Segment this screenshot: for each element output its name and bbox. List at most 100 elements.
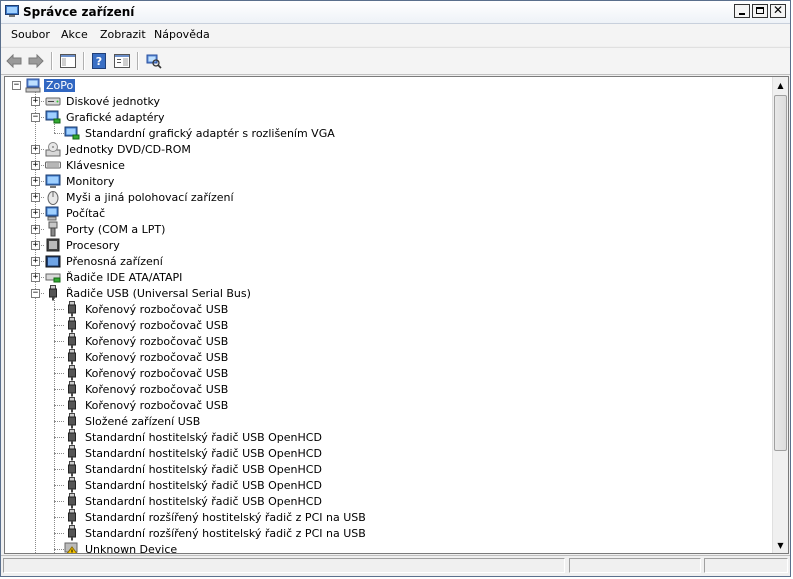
- tree-label: Kořenový rozbočovač USB: [85, 382, 229, 396]
- expander-toggle[interactable]: −: [31, 289, 40, 298]
- tree-root-zopo[interactable]: ZoPo: [25, 77, 76, 93]
- tree-device[interactable]: Složené zařízení USB: [64, 413, 202, 429]
- tree-label: Standardní rozšířený hostitelský řadič z…: [85, 526, 366, 540]
- tree-label: Standardní rozšířený hostitelský řadič z…: [85, 510, 366, 524]
- tree-device[interactable]: Kořenový rozbočovač USB: [64, 301, 230, 317]
- tree-label: Monitory: [66, 174, 115, 188]
- window-title: Správce zařízení: [23, 5, 135, 19]
- tree-device[interactable]: Standardní hostitelský řadič USB OpenHCD: [64, 461, 324, 477]
- expander-toggle[interactable]: +: [31, 177, 40, 186]
- tree-connector: [54, 325, 64, 326]
- scan-hardware-button[interactable]: [145, 52, 163, 69]
- scroll-down-button[interactable]: ▼: [773, 537, 788, 553]
- expander-toggle[interactable]: +: [31, 193, 40, 202]
- tree-device[interactable]: Kořenový rozbočovač USB: [64, 333, 230, 349]
- expander-toggle[interactable]: +: [31, 257, 40, 266]
- help-button[interactable]: ?: [90, 52, 108, 69]
- title-bar[interactable]: Správce zařízení ✕: [1, 1, 790, 24]
- forward-button[interactable]: [27, 52, 45, 69]
- usb-icon: [64, 397, 80, 413]
- tree-connector: [54, 453, 64, 454]
- tree-label: Standardní grafický adaptér s rozlišením…: [85, 126, 335, 140]
- tree-device[interactable]: Standardní hostitelský řadič USB OpenHCD: [64, 429, 324, 445]
- menu-soubor[interactable]: Soubor: [11, 28, 50, 41]
- tree-connector: [54, 341, 64, 342]
- tree-label: Standardní hostitelský řadič USB OpenHCD: [85, 462, 322, 476]
- console-tree-icon: [60, 53, 76, 68]
- tree-category[interactable]: Diskové jednotky: [45, 93, 162, 109]
- menu-zobrazit[interactable]: Zobrazit: [100, 28, 146, 41]
- scroll-up-button[interactable]: ▲: [773, 77, 788, 93]
- tree-device[interactable]: Kořenový rozbočovač USB: [64, 381, 230, 397]
- usb-icon: [64, 413, 80, 429]
- expander-toggle[interactable]: +: [31, 161, 40, 170]
- tree-device[interactable]: Kořenový rozbočovač USB: [64, 365, 230, 381]
- tree-label: Počítač: [66, 206, 106, 220]
- tree-label: Kořenový rozbočovač USB: [85, 334, 229, 348]
- show-hide-console-tree-button[interactable]: [59, 52, 77, 69]
- help-icon: ?: [92, 52, 106, 69]
- vertical-scrollbar[interactable]: ▲ ▼: [772, 77, 788, 553]
- tree-connector: [54, 373, 64, 374]
- tree-category[interactable]: Počítač: [45, 205, 107, 221]
- portable-device-icon: [45, 253, 61, 269]
- maximize-button[interactable]: [752, 4, 768, 18]
- tree-label: Kořenový rozbočovač USB: [85, 350, 229, 364]
- properties-button[interactable]: [113, 52, 131, 69]
- tree-category[interactable]: Jednotky DVD/CD-ROM: [45, 141, 193, 157]
- tree-device[interactable]: Unknown Device: [64, 541, 179, 554]
- scroll-thumb[interactable]: [774, 95, 787, 451]
- tree-category[interactable]: Klávesnice: [45, 157, 127, 173]
- tree-connector: [54, 297, 55, 553]
- tree-device[interactable]: Standardní hostitelský řadič USB OpenHCD: [64, 477, 324, 493]
- usb-icon: [64, 477, 80, 493]
- tree-device[interactable]: Standardní hostitelský řadič USB OpenHCD: [64, 493, 324, 509]
- tree-category[interactable]: Řadiče IDE ATA/ATAPI: [45, 269, 184, 285]
- menu-napoveda[interactable]: Nápověda: [154, 28, 210, 41]
- tree-category[interactable]: Řadiče USB (Universal Serial Bus): [45, 285, 253, 301]
- usb-icon: [64, 333, 80, 349]
- usb-icon: [64, 429, 80, 445]
- tree-device[interactable]: Standardní rozšířený hostitelský řadič z…: [64, 525, 368, 541]
- expander-toggle[interactable]: −: [31, 113, 40, 122]
- computer-icon: [45, 205, 61, 221]
- menu-akce[interactable]: Akce: [61, 28, 88, 41]
- tree-connector: [54, 357, 64, 358]
- device-tree[interactable]: − ZoPo + Diskové jednotky − Grafické adapté…: [5, 77, 773, 553]
- tree-category[interactable]: Monitory: [45, 173, 116, 189]
- expander-toggle[interactable]: +: [31, 145, 40, 154]
- usb-icon: [64, 525, 80, 541]
- minimize-button[interactable]: [734, 4, 750, 18]
- tree-connector: [54, 437, 64, 438]
- tree-category[interactable]: Přenosná zařízení: [45, 253, 165, 269]
- close-button[interactable]: ✕: [770, 4, 786, 18]
- status-bar: [1, 555, 790, 576]
- warning-icon: [64, 541, 80, 553]
- tree-category[interactable]: Grafické adaptéry: [45, 109, 167, 125]
- tree-device[interactable]: Kořenový rozbočovač USB: [64, 349, 230, 365]
- tree-device[interactable]: Standardní hostitelský řadič USB OpenHCD: [64, 445, 324, 461]
- tree-category[interactable]: Procesory: [45, 237, 122, 253]
- expander-toggle[interactable]: +: [31, 225, 40, 234]
- usb-icon: [64, 461, 80, 477]
- expander-toggle[interactable]: +: [31, 97, 40, 106]
- tree-device[interactable]: Standardní rozšířený hostitelský řadič z…: [64, 509, 368, 525]
- tree-device[interactable]: Kořenový rozbočovač USB: [64, 317, 230, 333]
- tree-category[interactable]: Myši a jiná polohovací zařízení: [45, 189, 236, 205]
- usb-icon: [64, 445, 80, 461]
- tree-category[interactable]: Porty (COM a LPT): [45, 221, 167, 237]
- tree-device[interactable]: Standardní grafický adaptér s rozlišením…: [64, 125, 337, 141]
- tree-device[interactable]: Kořenový rozbočovač USB: [64, 397, 230, 413]
- tree-connector: [54, 421, 64, 422]
- expander-toggle[interactable]: +: [31, 273, 40, 282]
- tree-label: Kořenový rozbočovač USB: [85, 302, 229, 316]
- tree-label: Unknown Device: [85, 542, 178, 554]
- usb-icon: [64, 365, 80, 381]
- expander-toggle[interactable]: +: [31, 209, 40, 218]
- device-tree-panel: − ZoPo + Diskové jednotky − Grafické adapté…: [4, 76, 789, 554]
- expander-root[interactable]: −: [12, 81, 21, 90]
- toolbar-separator: [137, 52, 139, 70]
- expander-toggle[interactable]: +: [31, 241, 40, 250]
- tree-label: Kořenový rozbočovač USB: [85, 398, 229, 412]
- back-button[interactable]: [5, 52, 23, 69]
